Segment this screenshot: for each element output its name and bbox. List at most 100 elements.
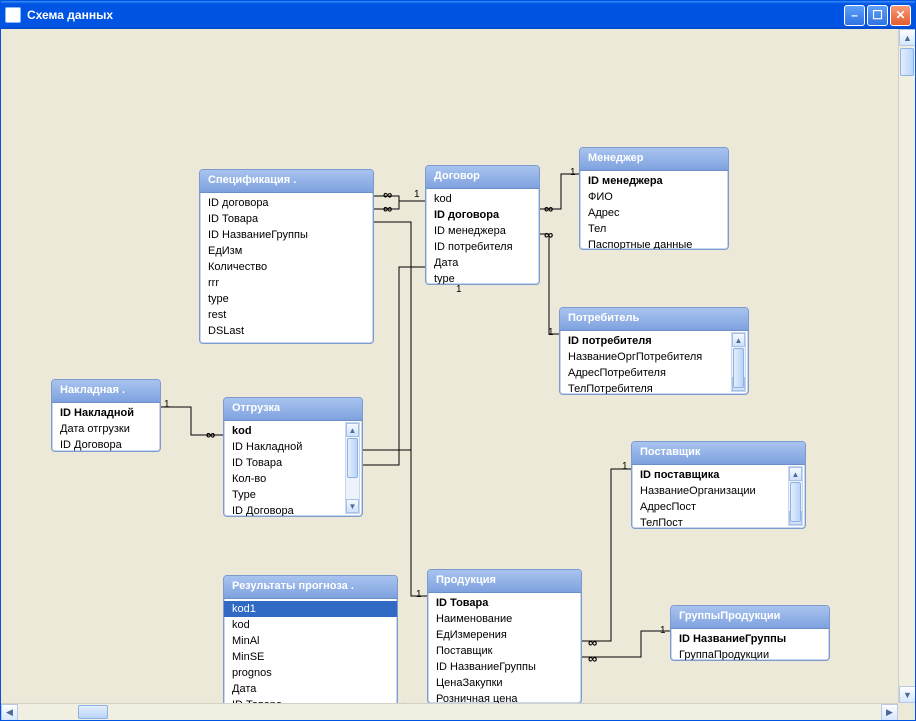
field[interactable]: ID НазваниеГруппы: [671, 631, 829, 647]
inner-scrollbar[interactable]: ▲▼: [788, 466, 803, 526]
field[interactable]: ID Товара: [428, 595, 581, 611]
table-header[interactable]: Поставщик: [632, 442, 805, 465]
table-header[interactable]: Отгрузка: [224, 398, 362, 421]
field[interactable]: ID Накладной: [224, 439, 345, 455]
field[interactable]: rrr: [200, 275, 373, 291]
table-potreb[interactable]: Потребитель ID потребителяНазваниеОргПотр…: [559, 307, 749, 395]
field[interactable]: MinSE: [224, 649, 397, 665]
table-header[interactable]: Продукция: [428, 570, 581, 593]
table-otgr[interactable]: Отгрузка kodID НакладнойID ТовараКол-воTy…: [223, 397, 363, 517]
field[interactable]: kod: [224, 617, 397, 633]
titlebar[interactable]: Схема данных – ☐ ✕: [1, 1, 915, 29]
table-nakl[interactable]: Накладная . ID НакладнойДата отгрузкиID Д…: [51, 379, 161, 452]
inner-scroll-down[interactable]: ▼: [346, 499, 359, 513]
horizontal-scrollbar[interactable]: ◀ ▶: [1, 703, 898, 720]
field[interactable]: MinAl: [224, 633, 397, 649]
field[interactable]: Паспортные данные: [580, 237, 728, 250]
maximize-button[interactable]: ☐: [867, 5, 888, 26]
field[interactable]: ID Товара: [200, 211, 373, 227]
field[interactable]: Адрес: [580, 205, 728, 221]
scroll-down-button[interactable]: ▼: [899, 686, 915, 703]
vertical-scrollbar[interactable]: ▲ ▼: [898, 29, 915, 703]
inner-scroll-thumb[interactable]: [790, 482, 801, 522]
field[interactable]: prognos: [224, 665, 397, 681]
field[interactable]: ЕдИзм: [200, 243, 373, 259]
table-rez[interactable]: Результаты прогноза . kod1kodMinAlMinSEpr…: [223, 575, 398, 710]
field[interactable]: Дата отгрузки: [52, 421, 160, 437]
field[interactable]: ЕдИзмерения: [428, 627, 581, 643]
rel-cardinality: 1: [414, 189, 420, 200]
table-header[interactable]: ГруппыПродукции: [671, 606, 829, 629]
field[interactable]: type: [200, 291, 373, 307]
field[interactable]: ГруппаПродукции: [671, 647, 829, 661]
table-prod[interactable]: ПродукцияID ТовараНаименованиеЕдИзмерени…: [427, 569, 582, 704]
field[interactable]: ФИО: [580, 189, 728, 205]
field[interactable]: ID менеджера: [580, 173, 728, 189]
field[interactable]: Количество: [200, 259, 373, 275]
inner-scroll-up[interactable]: ▲: [346, 423, 359, 437]
schema-canvas[interactable]: 1∞∞11∞1∞1∞11∞1∞1∞ Спецификация .ID догов…: [1, 29, 898, 703]
table-header[interactable]: Спецификация .: [200, 170, 373, 193]
field[interactable]: ID Накладной: [52, 405, 160, 421]
field[interactable]: АдресПост: [632, 499, 788, 515]
field[interactable]: DSLast: [200, 323, 373, 339]
table-header[interactable]: Результаты прогноза .: [224, 576, 397, 599]
table-group[interactable]: ГруппыПродукции ID НазваниеГруппыГруппаПр…: [670, 605, 830, 661]
field[interactable]: ID поставщика: [632, 467, 788, 483]
field[interactable]: ТелПост: [632, 515, 788, 529]
field[interactable]: ID Договора: [52, 437, 160, 452]
table-spec[interactable]: Спецификация . ID договораID ТовараID Наз…: [199, 169, 374, 344]
inner-scrollbar[interactable]: ▲▼: [345, 422, 360, 514]
field[interactable]: ID договора: [426, 207, 539, 223]
scroll-left-button[interactable]: ◀: [1, 704, 18, 720]
close-button[interactable]: ✕: [890, 5, 911, 26]
field[interactable]: НазваниеОрганизации: [632, 483, 788, 499]
inner-scrollbar[interactable]: ▲▼: [731, 332, 746, 392]
field[interactable]: Дата: [426, 255, 539, 271]
field[interactable]: type: [426, 271, 539, 285]
table-dogovor[interactable]: Договор kodID договораID менеджераID потр…: [425, 165, 540, 285]
table-header[interactable]: Менеджер: [580, 148, 728, 171]
v-scroll-thumb[interactable]: [900, 48, 914, 76]
field[interactable]: Наименование: [428, 611, 581, 627]
inner-scroll-thumb[interactable]: [733, 348, 744, 388]
field[interactable]: rest: [200, 307, 373, 323]
field[interactable]: АдресПотребителя: [560, 365, 731, 381]
table-post[interactable]: Поставщик ID поставщикаНазваниеОрганизаци…: [631, 441, 806, 529]
rel-cardinality: ∞: [544, 227, 553, 242]
field[interactable]: ID договора: [200, 195, 373, 211]
table-header[interactable]: Договор: [426, 166, 539, 189]
field[interactable]: ID НазваниеГруппы: [428, 659, 581, 675]
field[interactable]: Поставщик: [428, 643, 581, 659]
scroll-right-button[interactable]: ▶: [881, 704, 898, 720]
inner-scroll-up[interactable]: ▲: [732, 333, 745, 347]
field[interactable]: ID потребителя: [560, 333, 731, 349]
field[interactable]: НазваниеОргПотребителя: [560, 349, 731, 365]
field[interactable]: ЦенаЗакупки: [428, 675, 581, 691]
field[interactable]: Тел: [580, 221, 728, 237]
inner-scroll-thumb[interactable]: [347, 438, 358, 478]
table-body: ID ТовараНаименованиеЕдИзмеренияПоставщи…: [428, 593, 581, 704]
rel-cardinality: 1: [570, 167, 576, 178]
scroll-up-button[interactable]: ▲: [899, 29, 915, 46]
table-header[interactable]: Потребитель: [560, 308, 748, 331]
field[interactable]: ID Договора: [224, 503, 345, 517]
window-title: Схема данных: [27, 8, 844, 22]
inner-scroll-up[interactable]: ▲: [789, 467, 802, 481]
field[interactable]: ТелПотребителя: [560, 381, 731, 395]
field[interactable]: Кол-во: [224, 471, 345, 487]
field[interactable]: Дата: [224, 681, 397, 697]
field[interactable]: kod1: [224, 601, 397, 617]
table-manager[interactable]: Менеджер ID менеджераФИОАдресТелПаспортны…: [579, 147, 729, 250]
scroll-corner: [898, 703, 915, 720]
field[interactable]: kod: [224, 423, 345, 439]
minimize-button[interactable]: –: [844, 5, 865, 26]
field[interactable]: Type: [224, 487, 345, 503]
field[interactable]: kod: [426, 191, 539, 207]
h-scroll-thumb[interactable]: [78, 705, 108, 719]
field[interactable]: ID потребителя: [426, 239, 539, 255]
field[interactable]: ID НазваниеГруппы: [200, 227, 373, 243]
field[interactable]: ID менеджера: [426, 223, 539, 239]
field[interactable]: ID Товара: [224, 455, 345, 471]
table-header[interactable]: Накладная .: [52, 380, 160, 403]
